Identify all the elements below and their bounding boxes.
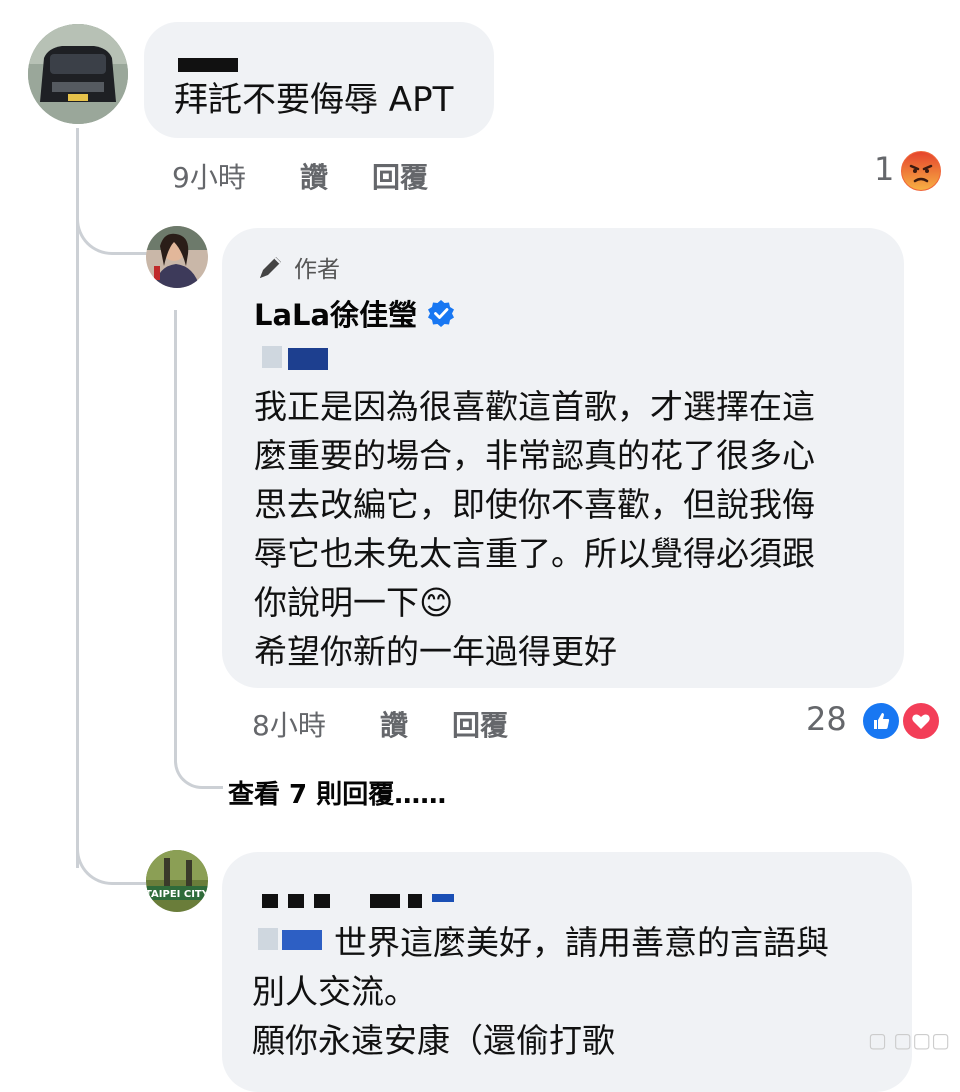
comment-line: 世界這麼美好，請用善意的言語與	[334, 923, 829, 962]
reply-button[interactable]: 回覆	[452, 704, 508, 744]
redacted-username	[432, 894, 454, 902]
reply-time[interactable]: 8小時	[252, 704, 326, 744]
thread-line	[76, 128, 79, 868]
redacted-username	[314, 894, 330, 908]
reply-line: 麼重要的場合，非常認真的花了很多心	[254, 436, 815, 475]
author-badge: 作者	[256, 250, 340, 284]
redacted-username	[288, 894, 304, 908]
redacted-mention	[262, 346, 282, 368]
view-replies-link[interactable]: 查看 7 則回覆……	[228, 774, 446, 811]
like-button[interactable]: 讚	[300, 156, 328, 196]
like-reaction-icon[interactable]	[860, 700, 902, 742]
redacted-username	[262, 894, 278, 908]
comment-line: 願你永遠安康（還偷打歌	[252, 1021, 615, 1060]
like-button[interactable]: 讚	[380, 704, 408, 744]
author-reply-bubble: 作者 LaLa徐佳瑩 我正是因為很喜歡這首歌，才選擇在這 麼重要的場合，非常認真…	[222, 228, 904, 688]
profile-photo-icon: TAIPEI CITY	[146, 850, 208, 912]
redacted-mention	[282, 930, 322, 950]
comment-line: 別人交流。	[252, 972, 417, 1011]
watermark: ▢ ▢▢▢	[868, 1028, 950, 1052]
reply-thread-branch	[174, 740, 223, 789]
reply-thread-line	[174, 310, 177, 750]
love-reaction-icon[interactable]	[900, 700, 942, 742]
reply-line: 思去改編它，即使你不喜歡，但說我侮	[254, 485, 815, 524]
author-name-text[interactable]: LaLa徐佳瑩	[254, 292, 417, 334]
thread-branch	[76, 820, 147, 885]
redacted-mention	[258, 928, 278, 950]
redacted-username	[370, 894, 400, 908]
author-avatar[interactable]	[146, 226, 208, 288]
redacted-username	[408, 894, 422, 908]
comment-time[interactable]: 9小時	[172, 156, 246, 196]
thread-branch	[76, 190, 147, 255]
author-badge-label: 作者	[294, 257, 340, 283]
comment-bubble: 世界這麼美好，請用善意的言語與 別人交流。 願你永遠安康（還偷打歌	[222, 852, 912, 1092]
reaction-count[interactable]: 1	[874, 150, 894, 188]
avatar-sign-text: TAIPEI CITY	[146, 889, 208, 900]
pen-icon	[260, 257, 281, 278]
verified-badge-icon	[428, 300, 455, 327]
profile-photo-icon	[146, 226, 208, 288]
car-photo-icon	[28, 24, 128, 124]
redacted-username	[178, 58, 238, 72]
avatar[interactable]	[28, 24, 128, 124]
comment-text: 拜託不要侮辱 APT	[174, 80, 454, 120]
reply-line: 你說明一下😊	[254, 583, 454, 622]
reply-button[interactable]: 回覆	[372, 156, 428, 196]
reaction-count[interactable]: 28	[806, 700, 847, 738]
reply-line: 希望你新的一年過得更好	[254, 632, 617, 671]
author-name[interactable]: LaLa徐佳瑩	[254, 292, 455, 334]
reply-line: 辱它也未免太言重了。所以覺得必須跟	[254, 534, 815, 573]
comment-bubble: 拜託不要侮辱 APT	[144, 22, 494, 138]
avatar[interactable]: TAIPEI CITY	[146, 850, 208, 912]
reply-line: 我正是因為很喜歡這首歌，才選擇在這	[254, 387, 815, 426]
redacted-mention	[288, 348, 328, 370]
angry-reaction-icon[interactable]	[898, 148, 944, 194]
